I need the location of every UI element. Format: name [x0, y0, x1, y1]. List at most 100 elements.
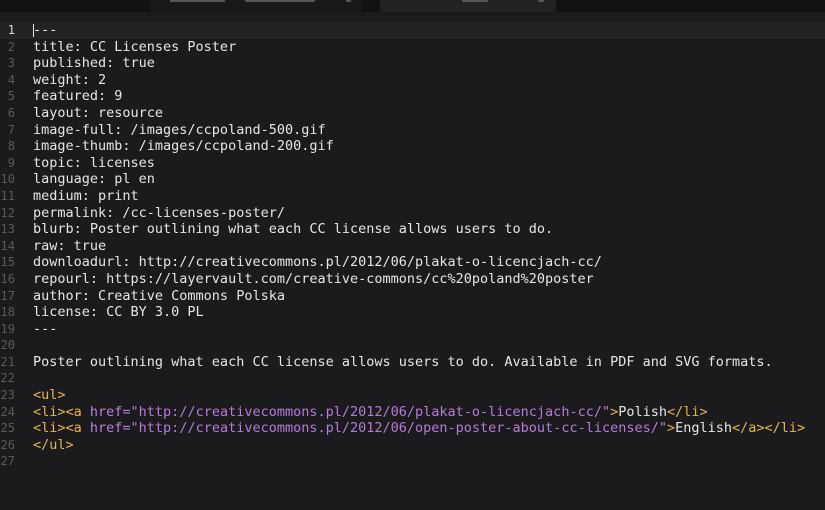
html-tag: >: [610, 403, 619, 420]
code-line[interactable]: topic: licenses: [33, 155, 825, 172]
code-line[interactable]: raw: true: [33, 238, 825, 255]
line-number: 2: [7, 39, 15, 54]
code-line[interactable]: image-thumb: /images/ccpoland-200.gif: [33, 138, 825, 155]
code-area[interactable]: --- title: CC Licenses Poster published:…: [33, 22, 825, 470]
html-tag: <a: [65, 403, 90, 420]
code-line-text: repourl: https://layervault.com/creative…: [33, 270, 594, 287]
editor-window: 1 2 3 4 5 6 7 8 9 10 11 12 13 14 15 16 17 18 19 20 21 22 23 24 2…: [0, 0, 825, 510]
html-tag: </ul>: [33, 436, 74, 453]
line-number: 27: [0, 454, 15, 469]
code-line[interactable]: [33, 453, 825, 470]
code-line-text: title: CC Licenses Poster: [33, 38, 237, 55]
code-line[interactable]: image-full: /images/ccpoland-500.gif: [33, 122, 825, 139]
code-line-text: downloadurl: http://creativecommons.pl/2…: [33, 254, 602, 271]
tab-bar: [0, 0, 825, 12]
html-tag: </li>: [667, 403, 708, 420]
html-attribute-value: "http://creativecommons.pl/2012/06/plaka…: [130, 403, 611, 420]
code-line-text: featured: 9: [33, 88, 123, 105]
html-tag: <li>: [33, 403, 66, 420]
code-line-text: license: CC BY 3.0 PL: [33, 304, 204, 321]
code-line-text: language: pl en: [33, 171, 155, 188]
html-text: English: [675, 420, 733, 437]
tab-label-fragment: [462, 0, 488, 2]
line-number: 6: [7, 105, 15, 120]
line-number: 5: [7, 89, 15, 104]
code-line-text: topic: licenses: [33, 154, 155, 171]
line-number: 11: [0, 188, 15, 203]
line-number: 26: [0, 437, 15, 452]
code-line[interactable]: blurb: Poster outlining what each CC lic…: [33, 221, 825, 238]
html-tag: </li>: [764, 420, 806, 437]
code-line[interactable]: title: CC Licenses Poster: [33, 39, 825, 56]
html-attribute-value: "http://creativecommons.pl/2012/06/open-…: [130, 420, 667, 437]
html-attribute: href=: [89, 420, 131, 437]
code-line[interactable]: [33, 370, 825, 387]
code-line-text: raw: true: [33, 237, 107, 254]
code-line[interactable]: license: CC BY 3.0 PL: [33, 304, 825, 321]
code-line[interactable]: published: true: [33, 55, 825, 72]
code-line-text: ---: [33, 22, 58, 38]
html-tag: <ul>: [33, 387, 66, 404]
code-line[interactable]: <ul>: [33, 387, 825, 404]
text-caret: [33, 24, 34, 37]
html-tag: >: [666, 420, 676, 437]
line-number: 23: [0, 388, 15, 403]
line-number-gutter: 1 2 3 4 5 6 7 8 9 10 11 12 13 14 15 16 17 18 19 20 21 22 23 24 2…: [0, 22, 24, 470]
code-line[interactable]: <li><a href="http://creativecommons.pl/2…: [33, 404, 825, 421]
tab-label-fragment: [170, 0, 225, 2]
line-number: 8: [7, 139, 15, 154]
tab-close-fragment: [538, 0, 544, 2]
code-line[interactable]: layout: resource: [33, 105, 825, 122]
code-line-text: blurb: Poster outlining what each CC lic…: [33, 221, 554, 238]
html-tag: </a>: [732, 420, 765, 437]
line-number: 14: [0, 238, 15, 253]
code-line-text: author: Creative Commons Polska: [33, 287, 285, 304]
html-tag: <li>: [33, 420, 66, 437]
line-number: 9: [7, 155, 15, 170]
code-line[interactable]: downloadurl: http://creativecommons.pl/2…: [33, 254, 825, 271]
line-number: 24: [0, 404, 15, 419]
line-number: 10: [0, 172, 15, 187]
code-line-text: layout: resource: [33, 104, 164, 121]
line-number: 20: [0, 338, 15, 353]
code-line[interactable]: featured: 9: [33, 88, 825, 105]
line-number: 13: [0, 222, 15, 237]
line-number: 21: [0, 354, 15, 369]
code-line[interactable]: </ul>: [33, 437, 825, 454]
html-tag: <a: [65, 420, 90, 437]
line-number: 16: [0, 271, 15, 286]
line-number: 3: [7, 56, 15, 71]
line-number: 25: [0, 421, 15, 436]
line-number: 1: [7, 23, 15, 37]
code-line-text: ---: [33, 320, 58, 337]
line-number: 18: [0, 305, 15, 320]
line-number: 19: [0, 321, 15, 336]
code-line[interactable]: <li><a href="http://creativecommons.pl/2…: [33, 420, 825, 437]
code-line[interactable]: author: Creative Commons Polska: [33, 288, 825, 305]
code-line[interactable]: medium: print: [33, 188, 825, 205]
line-number: 12: [0, 205, 15, 220]
line-number: 4: [7, 72, 15, 87]
tab-inactive[interactable]: [150, 0, 362, 12]
code-line[interactable]: language: pl en: [33, 171, 825, 188]
html-text: Polish: [618, 403, 668, 420]
line-number: 7: [7, 122, 15, 137]
code-line-text: medium: print: [33, 187, 139, 204]
code-line-text: image-full: /images/ccpoland-500.gif: [33, 121, 326, 138]
code-line-text: Poster outlining what each CC license al…: [33, 353, 773, 370]
code-line[interactable]: ---: [33, 22, 825, 39]
code-line-text: weight: 2: [33, 71, 107, 88]
code-line[interactable]: ---: [33, 321, 825, 338]
line-number: 15: [0, 255, 15, 270]
code-line-text: image-thumb: /images/ccpoland-200.gif: [33, 138, 334, 155]
code-line[interactable]: permalink: /cc-licenses-poster/: [33, 205, 825, 222]
code-line[interactable]: weight: 2: [33, 72, 825, 89]
tab-label-fragment: [346, 0, 351, 2]
code-line[interactable]: [33, 337, 825, 354]
code-line[interactable]: repourl: https://layervault.com/creative…: [33, 271, 825, 288]
code-line[interactable]: Poster outlining what each CC license al…: [33, 354, 825, 371]
code-line-text: published: true: [33, 55, 155, 72]
code-line-text: permalink: /cc-licenses-poster/: [33, 204, 285, 221]
line-number: 17: [0, 288, 15, 303]
tab-active[interactable]: [380, 0, 556, 12]
